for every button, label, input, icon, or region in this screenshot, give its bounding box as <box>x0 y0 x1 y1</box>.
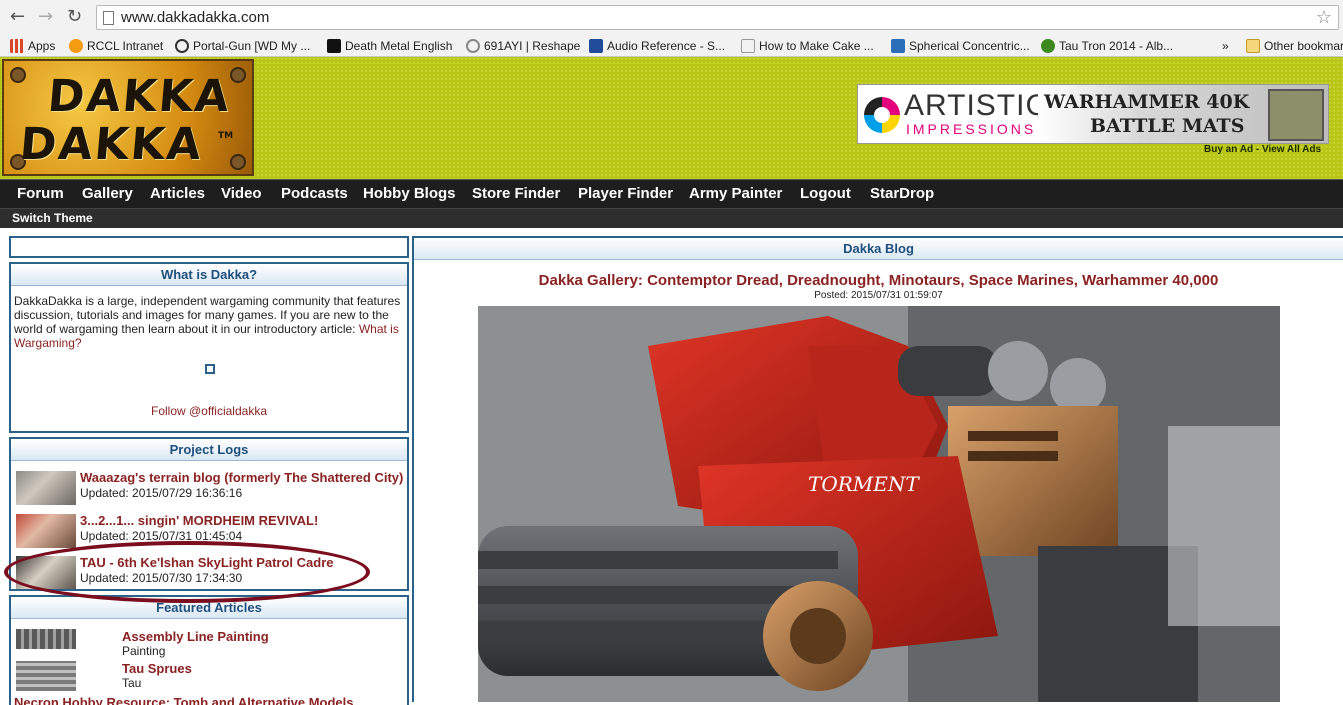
forward-icon[interactable]: → <box>38 6 53 28</box>
nav-store-finder[interactable]: Store Finder <box>472 185 560 202</box>
project-logs-heading: Project Logs <box>11 439 407 461</box>
logo-trademark: TM <box>218 131 234 141</box>
nav-army-painter[interactable]: Army Painter <box>689 185 782 202</box>
portal-gun-icon <box>175 39 189 53</box>
project-log-title[interactable]: Waaazag's terrain blog (formerly The Sha… <box>80 470 403 485</box>
bolt-icon <box>230 154 246 170</box>
back-icon[interactable]: ← <box>10 6 25 28</box>
bookmark-apps[interactable]: Apps <box>10 38 55 54</box>
bookmark-how-to-make-cake[interactable]: How to Make Cake ... <box>741 38 874 54</box>
highlight-ellipse <box>4 541 370 603</box>
project-log-updated: Updated: 2015/07/29 16:36:16 <box>80 486 243 500</box>
nav-podcasts[interactable]: Podcasts <box>281 185 348 202</box>
battle-mats-ad[interactable]: ARTISTIC IMPRESSIONS WARHAMMER 40K BATTL… <box>857 84 1329 144</box>
ad-brand-line2: IMPRESSIONS <box>906 121 1037 137</box>
bookmark-rccl-intranet[interactable]: RCCL Intranet <box>69 38 163 54</box>
url-text[interactable]: www.dakkadakka.com <box>121 9 269 26</box>
reload-icon[interactable]: ↻ <box>67 6 82 28</box>
ad-mat-thumbnail <box>1268 89 1324 141</box>
empty-box <box>9 236 409 258</box>
ad-brand-line1: ARTISTIC <box>904 89 1049 122</box>
ad-links[interactable]: Buy an Ad - View All Ads <box>1204 144 1321 155</box>
bookmark-portal-gun[interactable]: Portal-Gun [WD My ... <box>175 38 310 54</box>
article-title[interactable]: Tau Sprues <box>122 661 192 676</box>
list-item[interactable]: Tau Sprues Tau <box>14 661 406 693</box>
project-log-title[interactable]: 3...2...1... singin' MORDHEIM REVIVAL! <box>80 513 318 528</box>
what-is-dakka-heading: What is Dakka? <box>11 264 407 286</box>
bookmark-audio-reference[interactable]: Audio Reference - S... <box>589 38 725 54</box>
audio-reference-icon <box>589 39 603 53</box>
apps-grid-icon <box>10 39 24 53</box>
ad-title-line1: WARHAMMER 40K <box>1044 91 1250 113</box>
square-icon <box>205 364 215 374</box>
nav-articles[interactable]: Articles <box>150 185 205 202</box>
page-icon <box>741 39 755 53</box>
nav-logout[interactable]: Logout <box>800 185 851 202</box>
bookmark-reshape[interactable]: 691AYI | Reshape <box>466 38 580 54</box>
bolt-icon <box>10 67 26 83</box>
tau-tron-icon <box>1041 39 1055 53</box>
article-thumbnail[interactable] <box>16 661 76 691</box>
rccl-icon <box>69 39 83 53</box>
ad-title-line2: BATTLE MATS <box>1090 115 1245 137</box>
blog-post-title[interactable]: Dakka Gallery: Contemptor Dread, Dreadno… <box>414 272 1343 289</box>
list-item[interactable]: Assembly Line Painting Painting <box>14 629 406 661</box>
bookmarks-bar: Apps RCCL Intranet Portal-Gun [WD My ...… <box>0 35 1343 57</box>
follow-link[interactable]: Follow @officialdakka <box>11 404 407 418</box>
switch-theme-link[interactable]: Switch Theme <box>12 211 93 225</box>
nav-forum[interactable]: Forum <box>17 185 64 202</box>
featured-articles-box: Featured Articles Assembly Line Painting… <box>9 595 409 705</box>
article-category: Painting <box>122 644 166 658</box>
page-icon <box>103 11 114 25</box>
article-category: Tau <box>122 676 142 690</box>
browser-toolbar: ← → ↻ www.dakkadakka.com ☆ <box>0 0 1343 35</box>
site-header: DAKKA DAKKA TM ARTISTIC IMPRESSIONS WARH… <box>0 57 1343 179</box>
address-bar[interactable]: www.dakkadakka.com ☆ <box>96 5 1339 30</box>
bookmarks-overflow-icon[interactable]: » <box>1222 38 1229 54</box>
reshape-icon <box>466 39 480 53</box>
dakka-blog-box: Dakka Blog Dakka Gallery: Contemptor Dre… <box>412 236 1343 702</box>
sub-nav: Switch Theme <box>0 208 1343 228</box>
project-log-thumbnail[interactable] <box>16 471 76 505</box>
bookmark-death-metal-english[interactable]: Death Metal English <box>327 38 452 54</box>
nav-stardrop[interactable]: StarDrop <box>870 185 934 202</box>
nav-hobby-blogs[interactable]: Hobby Blogs <box>363 185 456 202</box>
folder-icon <box>1246 39 1260 53</box>
project-log-thumbnail[interactable] <box>16 514 76 548</box>
nav-gallery[interactable]: Gallery <box>82 185 133 202</box>
logo-word-bottom: DAKKA <box>17 119 206 170</box>
blog-post-photo[interactable]: TORMENT <box>478 306 1280 702</box>
nav-video[interactable]: Video <box>221 185 262 202</box>
hand-icon <box>327 39 341 53</box>
bookmark-star-icon[interactable]: ☆ <box>1316 7 1332 28</box>
bookmark-spherical-concentric[interactable]: Spherical Concentric... <box>891 38 1030 54</box>
bookmark-tau-tron[interactable]: Tau Tron 2014 - Alb... <box>1041 38 1173 54</box>
what-is-dakka-box: What is Dakka? DakkaDakka is a large, in… <box>9 262 409 433</box>
hull-lettering: TORMENT <box>808 472 920 496</box>
what-is-dakka-text: DakkaDakka is a large, independent warga… <box>14 294 401 350</box>
main-nav: Forum Gallery Articles Video Podcasts Ho… <box>0 179 1343 208</box>
dakka-logo[interactable]: DAKKA DAKKA TM <box>2 59 254 176</box>
logo-word-top: DAKKA <box>45 71 234 122</box>
blog-post-date: Posted: 2015/07/31 01:59:07 <box>814 290 943 301</box>
nav-player-finder[interactable]: Player Finder <box>578 185 673 202</box>
article-title-cut-off[interactable]: Necron Hobby Resource: Tomb and Alternat… <box>14 695 354 705</box>
article-thumbnail[interactable] <box>16 629 76 649</box>
artistic-impressions-logo-icon <box>864 97 900 133</box>
other-bookmarks[interactable]: Other bookmarks <box>1246 38 1343 54</box>
list-item[interactable]: Waaazag's terrain blog (formerly The Sha… <box>14 467 406 507</box>
dakka-blog-heading: Dakka Blog <box>414 238 1343 260</box>
wordpress-icon <box>891 39 905 53</box>
article-title[interactable]: Assembly Line Painting <box>122 629 269 644</box>
dreadnought-illustration: TORMENT <box>478 306 1280 702</box>
